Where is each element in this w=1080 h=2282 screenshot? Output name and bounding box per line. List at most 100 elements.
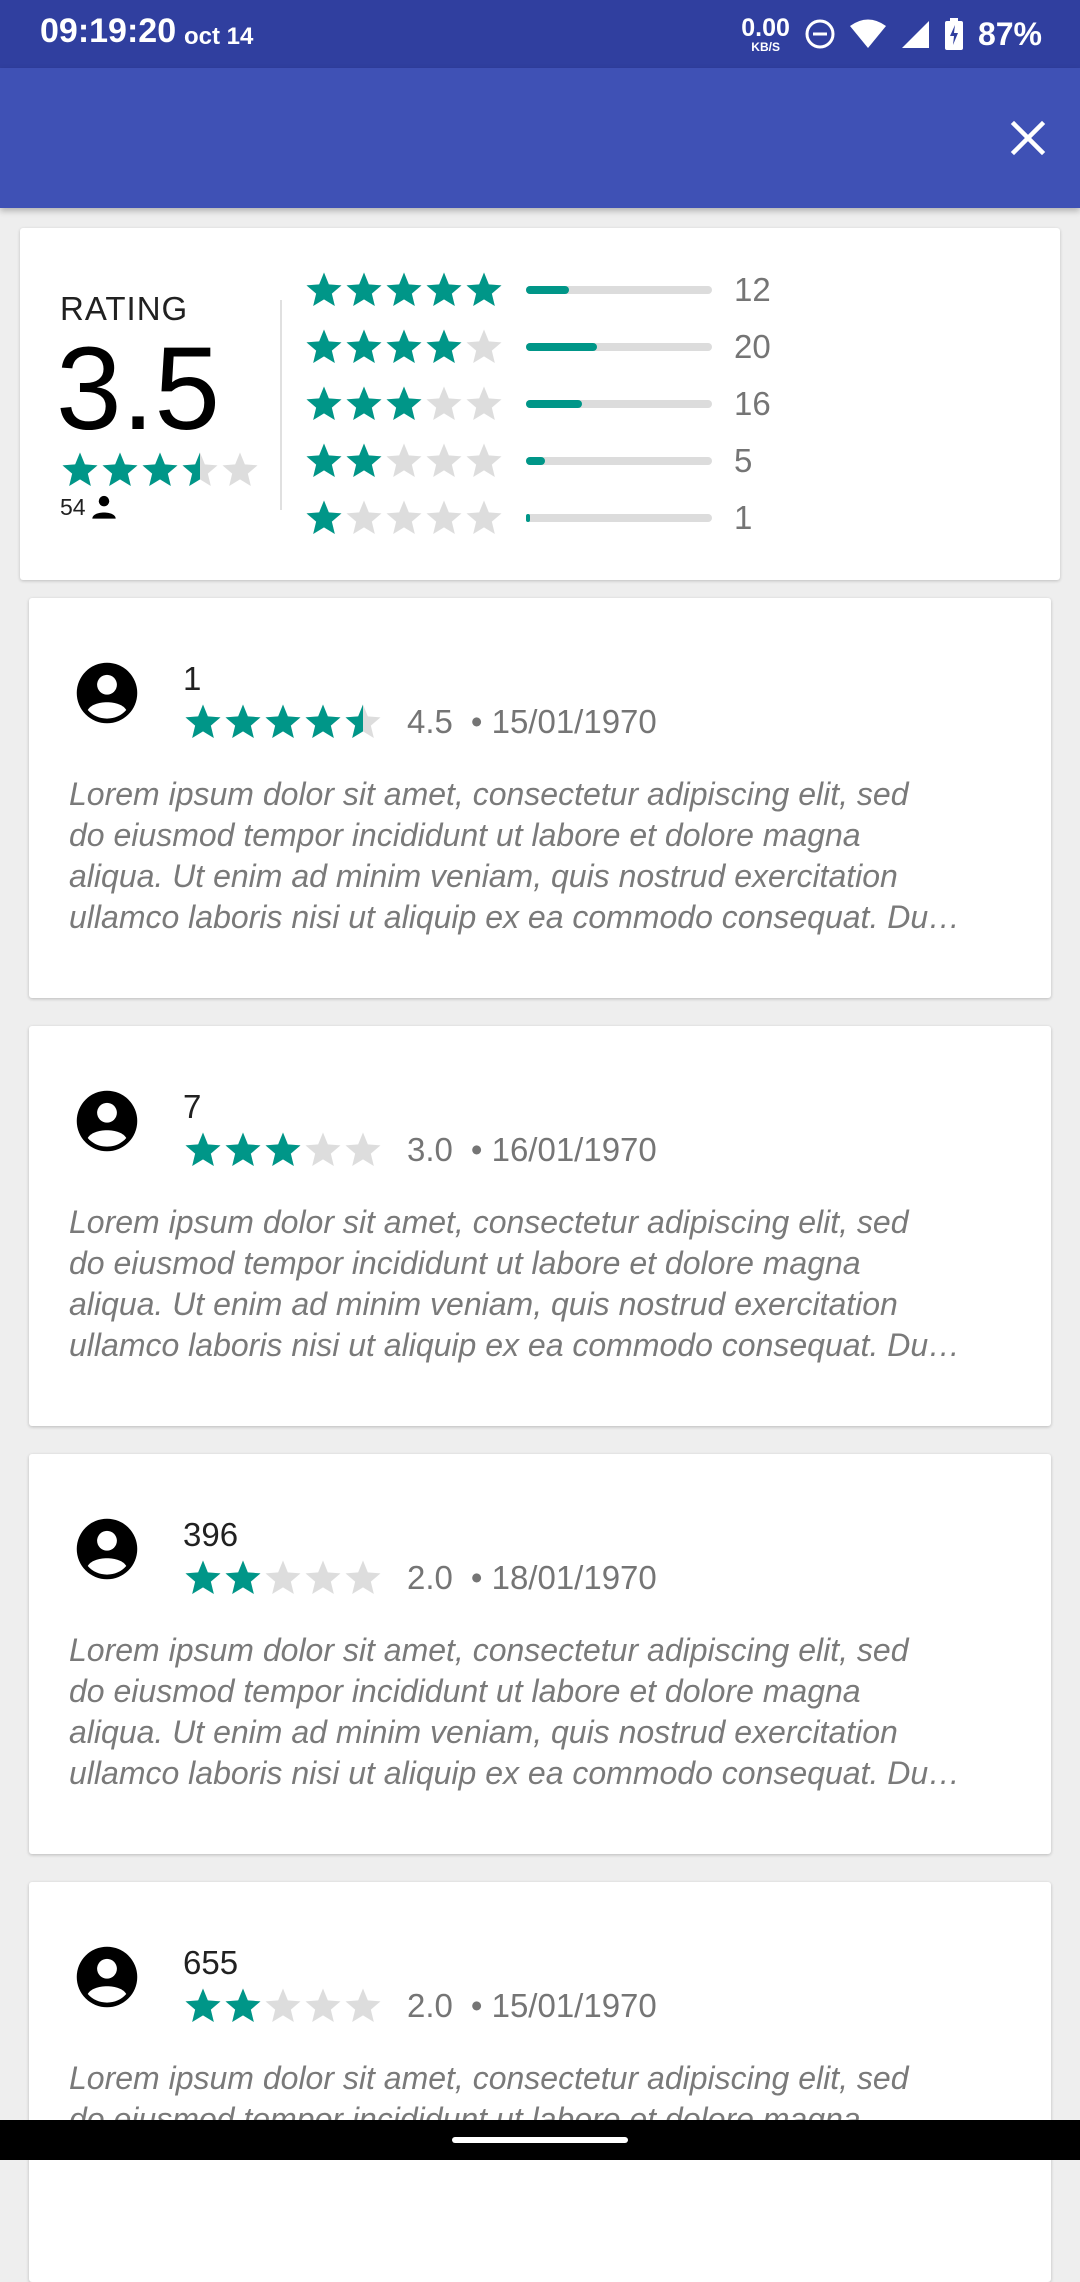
rating-total-count: 54 xyxy=(60,493,118,521)
home-handle[interactable] xyxy=(452,2137,628,2143)
review-meta: 4.5 • 15/01/1970 xyxy=(183,702,657,742)
star-icon xyxy=(265,704,301,738)
star-icon xyxy=(62,452,98,486)
distribution-bar xyxy=(526,286,712,294)
star-icon xyxy=(386,500,422,534)
review-text: Lorem ipsum dolor sit amet, consectetur … xyxy=(69,1202,1019,1366)
review-text-line: ullamco laboris nisi ut aliquip ex ea co… xyxy=(69,899,961,935)
status-date: oct 14 xyxy=(184,23,254,50)
net-speed: 0.00 KB/S xyxy=(741,15,790,54)
cell-signal-icon xyxy=(901,21,929,48)
review-username: 7 xyxy=(183,1088,202,1125)
person-icon xyxy=(91,495,116,519)
review-card[interactable]: 396 2.0 • 18/01/1970 Lorem ipsum dolor sit … xyxy=(29,1454,1051,1854)
star-icon xyxy=(345,1132,381,1166)
star-icon xyxy=(306,443,342,477)
star-icon xyxy=(346,329,382,363)
do-not-disturb-icon xyxy=(805,19,835,49)
rating-average-stars xyxy=(60,450,260,490)
review-text-line: Lorem ipsum dolor sit amet, consectetur … xyxy=(69,776,909,812)
review-score: 2.0 xyxy=(407,1987,453,2024)
review-score: 2.0 xyxy=(407,1559,453,1596)
star-icon xyxy=(185,1988,221,2022)
distribution-bar-fill xyxy=(526,457,545,465)
close-button[interactable] xyxy=(1000,110,1056,166)
review-date: • 15/01/1970 xyxy=(470,1987,657,2024)
star-icon xyxy=(265,1132,301,1166)
star-icon xyxy=(142,452,178,486)
distribution-count: 20 xyxy=(734,328,771,365)
star-icon xyxy=(426,272,462,306)
battery-percent: 87% xyxy=(977,15,1042,52)
distribution-count: 5 xyxy=(734,442,753,479)
distribution-bar-fill xyxy=(526,286,569,294)
review-text-line: Lorem ipsum dolor sit amet, consectetur … xyxy=(69,1632,909,1668)
star-icon xyxy=(346,500,382,534)
star-icon xyxy=(222,452,258,486)
star-icon xyxy=(265,1560,301,1594)
rating-distribution-row: 5 xyxy=(304,441,752,481)
review-text-line: Lorem ipsum dolor sit amet, consectetur … xyxy=(69,1204,909,1240)
star-icon xyxy=(225,1132,261,1166)
star-icon xyxy=(346,386,382,420)
review-text-line: aliqua. Ut enim ad minim veniam, quis no… xyxy=(69,1714,898,1750)
review-text-line: aliqua. Ut enim ad minim veniam, quis no… xyxy=(69,1286,898,1322)
close-icon xyxy=(1010,120,1046,156)
review-text-line: do eiusmod tempor incididunt ut labore e… xyxy=(69,817,861,853)
star-icon xyxy=(225,1560,261,1594)
navigation-bar xyxy=(0,2120,1080,2160)
distribution-bar-fill xyxy=(526,400,582,408)
star-icon xyxy=(306,272,342,306)
rating-distribution-row: 16 xyxy=(304,384,771,424)
status-time: 09:19:20 xyxy=(40,12,177,50)
star-icon xyxy=(305,1988,341,2022)
star-icon xyxy=(345,1560,381,1594)
star-icon xyxy=(102,452,138,486)
rating-distribution-row: 12 xyxy=(304,270,771,310)
distribution-bar xyxy=(526,457,712,465)
status-icons: 0.00 KB/S 87% xyxy=(741,14,1042,54)
review-card[interactable]: 1 4.5 • 15/01/1970 Lorem ipsum dolor sit am… xyxy=(29,598,1051,998)
account-circle-icon xyxy=(76,662,138,724)
net-speed-unit: KB/S xyxy=(751,39,780,54)
distribution-bar xyxy=(526,514,712,522)
distribution-bar xyxy=(526,400,712,408)
star-icon xyxy=(386,272,422,306)
review-score: 3.0 xyxy=(407,1131,453,1168)
app-bar xyxy=(0,68,1080,208)
star-icon xyxy=(386,329,422,363)
review-text-line: Lorem ipsum dolor sit amet, consectetur … xyxy=(69,2060,909,2096)
review-text-line: do eiusmod tempor incididunt ut labore e… xyxy=(69,1245,861,1281)
review-meta: 2.0 • 15/01/1970 xyxy=(183,1986,657,2026)
star-icon xyxy=(185,704,221,738)
star-icon xyxy=(466,272,502,306)
distribution-bar xyxy=(526,343,712,351)
summary-divider xyxy=(280,300,282,510)
review-text-line: ullamco laboris nisi ut aliquip ex ea co… xyxy=(69,1755,961,1791)
star-icon xyxy=(466,386,502,420)
rating-count-value: 54 xyxy=(60,493,86,520)
star-icon xyxy=(306,329,342,363)
review-meta: 2.0 • 18/01/1970 xyxy=(183,1558,657,1598)
star-icon xyxy=(346,272,382,306)
star-icon xyxy=(386,386,422,420)
review-card[interactable]: 7 3.0 • 16/01/1970 Lorem ipsum dolor sit am… xyxy=(29,1026,1051,1426)
star-icon xyxy=(426,329,462,363)
review-username: 1 xyxy=(183,660,202,697)
distribution-count: 16 xyxy=(734,385,771,422)
star-icon xyxy=(306,500,342,534)
review-card[interactable]: 655 2.0 • 15/01/1970 Lorem ipsum dolor sit … xyxy=(29,1882,1051,2282)
star-icon xyxy=(185,1560,221,1594)
star-icon xyxy=(225,704,261,738)
rating-distribution-row: 20 xyxy=(304,327,771,367)
star-icon xyxy=(305,1560,341,1594)
star-icon xyxy=(305,704,341,738)
star-icon xyxy=(346,443,382,477)
star-icon xyxy=(225,1988,261,2022)
star-icon xyxy=(426,386,462,420)
review-text-line: aliqua. Ut enim ad minim veniam, quis no… xyxy=(69,858,898,894)
review-text: Lorem ipsum dolor sit amet, consectetur … xyxy=(69,1630,1019,1794)
distribution-count: 1 xyxy=(734,499,753,536)
distribution-bar-fill xyxy=(526,343,597,351)
review-meta: 3.0 • 16/01/1970 xyxy=(183,1130,657,1170)
